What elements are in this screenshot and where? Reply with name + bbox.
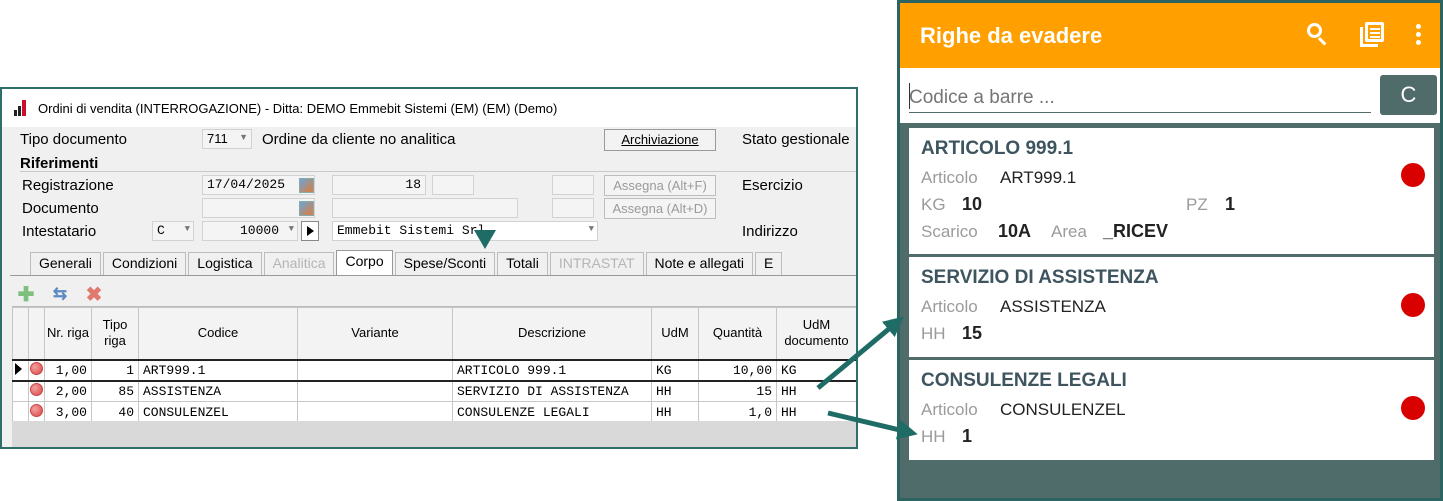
arrow-to-card-icon bbox=[827, 410, 918, 440]
annotation-arrows bbox=[474, 230, 918, 440]
pointer-arrow-icon bbox=[474, 230, 496, 249]
arrow-to-card-icon bbox=[816, 316, 904, 390]
